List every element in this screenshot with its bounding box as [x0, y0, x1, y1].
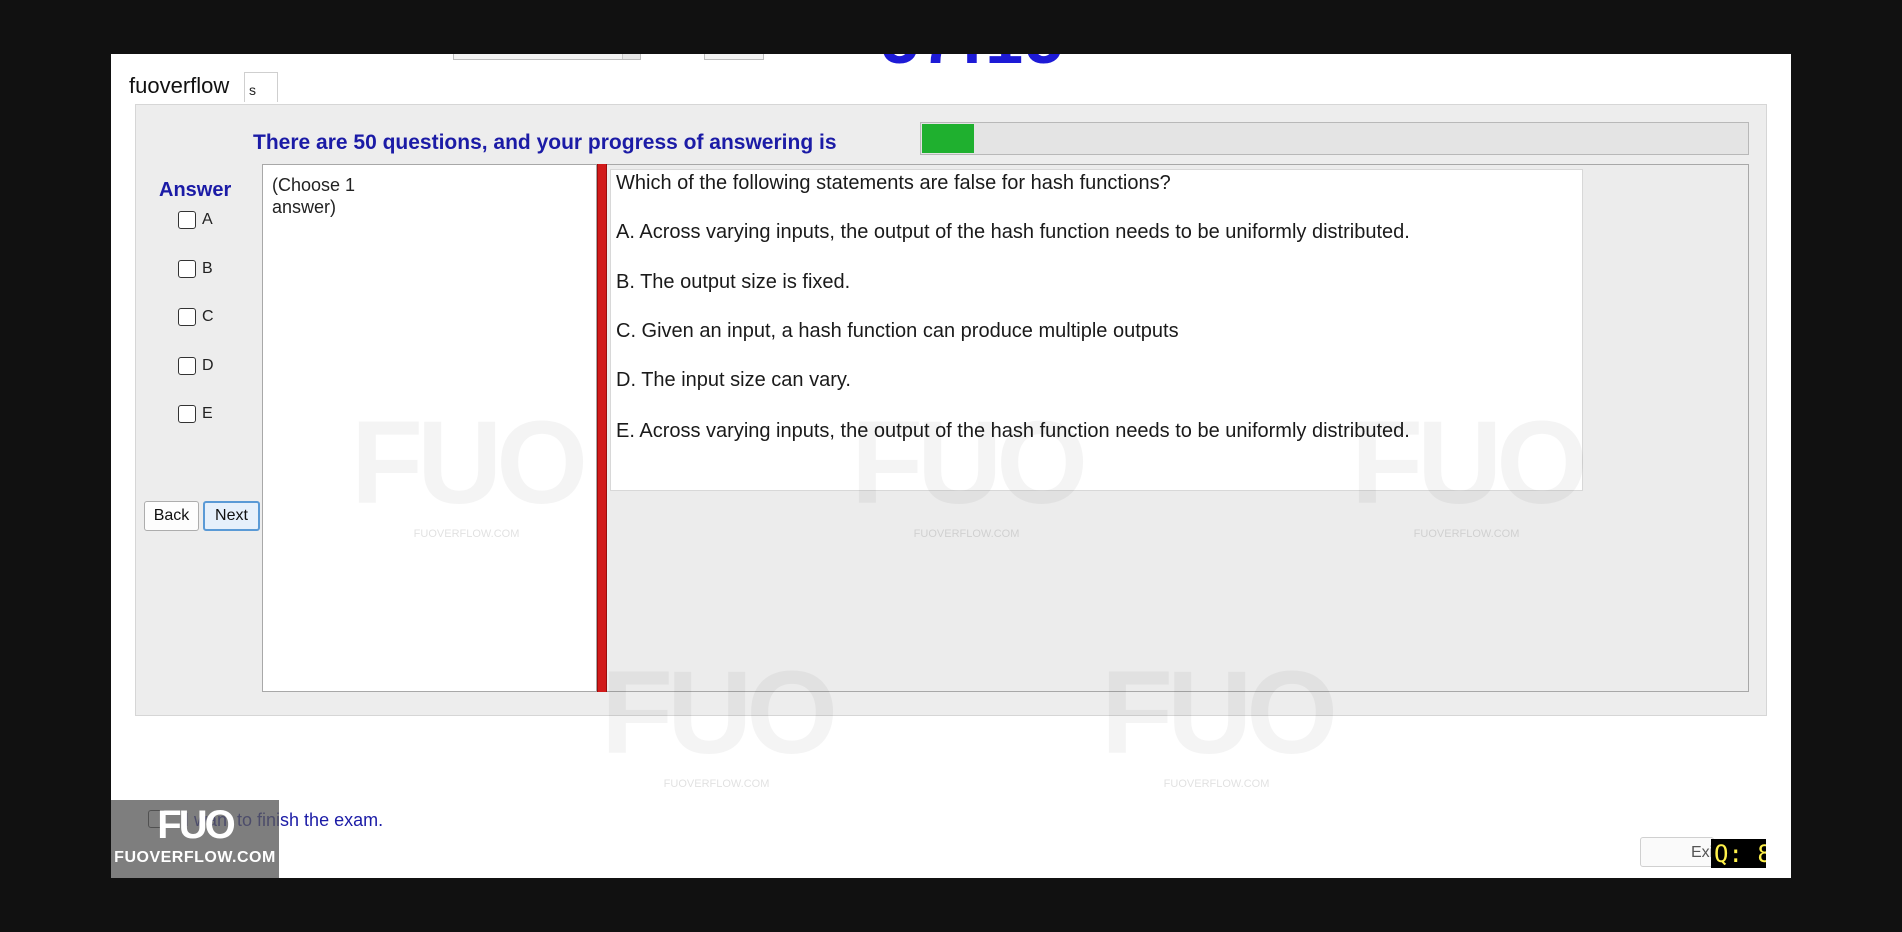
option-label: D [202, 357, 214, 374]
top-spinbox[interactable] [704, 54, 764, 60]
answer-text-e: E. Across varying inputs, the output of … [616, 420, 1410, 442]
logo-site: FUOVERFLOW.COM [114, 849, 276, 866]
answer-option-d[interactable]: D [178, 356, 214, 376]
answer-option-e[interactable]: E [178, 404, 213, 424]
screen-background: 57:15 fuoverflow s There are 50 question… [0, 0, 1902, 932]
watermark-site: FUOVERFLOW.COM [663, 778, 770, 790]
answer-option-b[interactable]: B [178, 259, 213, 279]
back-button[interactable]: Back [144, 501, 199, 531]
question-text: Which of the following statements are fa… [616, 172, 1171, 194]
tab-fragment[interactable]: s [244, 72, 278, 102]
pane-splitter[interactable] [597, 164, 607, 692]
logo-mark: FUO [157, 803, 235, 847]
question-counter: Q: 8 [1711, 839, 1766, 868]
checkbox-e[interactable] [178, 405, 196, 423]
checkbox-b[interactable] [178, 260, 196, 278]
answer-text-b: B. The output size is fixed. [616, 271, 851, 293]
option-label: A [202, 211, 213, 228]
answer-text-c: C. Given an input, a hash function can p… [616, 320, 1179, 342]
answer-option-a[interactable]: A [178, 210, 213, 230]
fuoverflow-logo: FUO FUOVERFLOW.COM [111, 800, 279, 878]
checkbox-d[interactable] [178, 357, 196, 375]
brand-label: fuoverflow [129, 73, 230, 98]
question-pane: Which of the following statements are fa… [607, 164, 1749, 692]
progress-bar [920, 122, 1749, 155]
choose-hint: (Choose 1 answer) [272, 175, 356, 217]
next-button[interactable]: Next [203, 501, 260, 531]
watermark-site: FUOVERFLOW.COM [1163, 778, 1270, 790]
choose-hint-pane: (Choose 1 answer) [262, 164, 597, 692]
chevron-down-icon[interactable] [622, 54, 640, 59]
option-label: C [202, 308, 214, 325]
progress-label: There are 50 questions, and your progres… [253, 131, 837, 154]
answer-text-d: D. The input size can vary. [616, 369, 851, 391]
checkbox-a[interactable] [178, 211, 196, 229]
progress-bar-fill [922, 124, 974, 153]
answer-option-c[interactable]: C [178, 307, 214, 327]
answer-title: Answer [159, 179, 232, 201]
top-dropdown[interactable] [453, 54, 641, 60]
exit-button[interactable]: Exit [1640, 837, 1714, 867]
checkbox-c[interactable] [178, 308, 196, 326]
exam-window: 57:15 fuoverflow s There are 50 question… [111, 54, 1791, 878]
question-content: Which of the following statements are fa… [610, 169, 1583, 491]
exam-panel: There are 50 questions, and your progres… [135, 104, 1767, 716]
answer-text-a: A. Across varying inputs, the output of … [616, 221, 1410, 243]
countdown-timer: 57:15 [881, 54, 1065, 74]
option-label: E [202, 405, 213, 422]
option-label: B [202, 260, 213, 277]
